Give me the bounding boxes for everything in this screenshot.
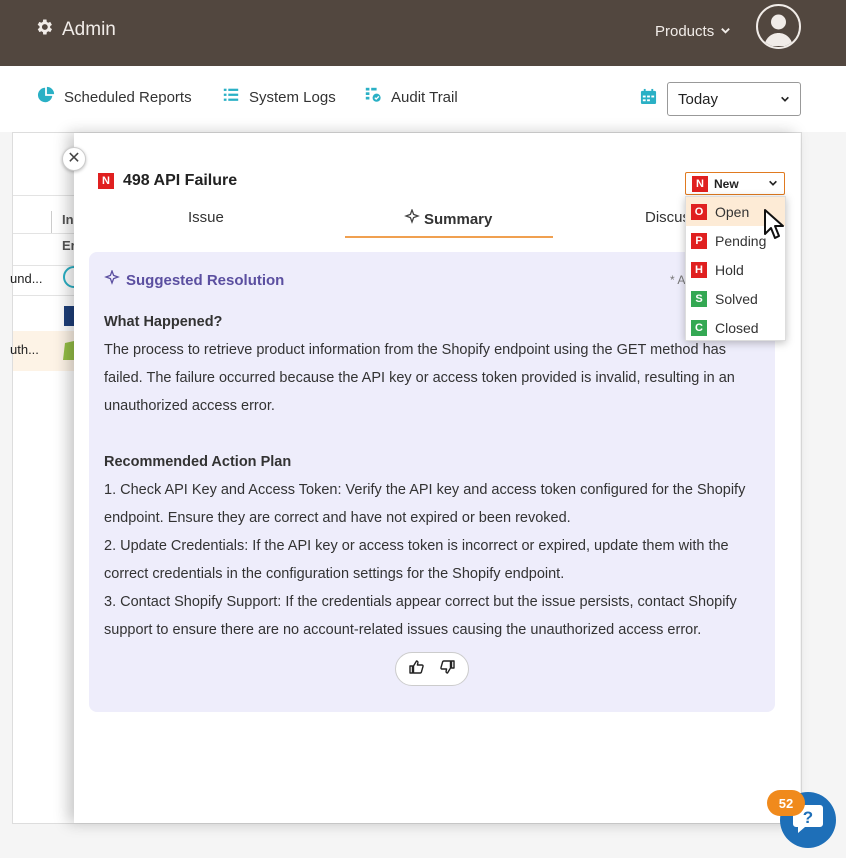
status-option-closed[interactable]: C Closed: [686, 313, 785, 342]
status-option-hold[interactable]: H Hold: [686, 255, 785, 284]
products-label: Products: [655, 23, 715, 40]
status-badge: N: [692, 175, 708, 192]
products-menu[interactable]: Products: [655, 23, 731, 40]
tab-summary[interactable]: Summary: [404, 208, 493, 229]
chevron-down-icon: [780, 91, 790, 108]
status-option-label: Solved: [715, 290, 758, 307]
tab-discussion[interactable]: Discus: [645, 209, 690, 226]
chevron-down-icon: [720, 23, 731, 40]
status-option-label: Closed: [715, 319, 759, 336]
table-header-col: In: [62, 212, 74, 227]
top-navigation-bar: Admin Products: [0, 0, 846, 66]
status-badge: N: [98, 173, 114, 189]
list-icon: [222, 86, 240, 108]
sparkle-icon: [104, 269, 120, 290]
status-select[interactable]: N New: [685, 172, 785, 195]
system-logs-link[interactable]: System Logs: [222, 86, 336, 108]
tab-issue[interactable]: Issue: [188, 209, 224, 226]
action-step: 1. Check API Key and Access Token: Verif…: [104, 482, 746, 526]
action-step: 3. Contact Shopify Support: If the crede…: [104, 594, 737, 638]
pie-chart-icon: [37, 86, 55, 108]
sparkle-icon: [404, 208, 420, 229]
chevron-down-icon: [768, 177, 778, 191]
ticket-title-text: 498 API Failure: [123, 172, 238, 189]
calendar-icon: [640, 88, 657, 110]
what-happened-text: The process to retrieve product informat…: [104, 342, 735, 414]
suggested-resolution-title: Suggested Resolution: [104, 269, 285, 290]
status-badge: H: [691, 261, 707, 278]
scheduled-reports-link[interactable]: Scheduled Reports: [37, 86, 192, 108]
svg-text:?: ?: [803, 808, 813, 827]
app-icon: [64, 306, 74, 331]
audit-trail-label: Audit Trail: [391, 88, 458, 106]
tab-label: Discus: [645, 209, 691, 226]
resolution-body: What Happened? The process to retrieve p…: [104, 308, 764, 644]
date-filter-select[interactable]: Today: [667, 82, 801, 116]
gear-icon: [34, 17, 54, 43]
user-avatar[interactable]: [756, 4, 801, 49]
action-step: 2. Update Credentials: If the API key or…: [104, 538, 729, 582]
brand-label: Admin: [62, 19, 116, 40]
close-icon: ✕: [67, 150, 81, 167]
action-plan-heading: Recommended Action Plan: [104, 454, 292, 470]
date-filter-value: Today: [678, 90, 719, 108]
status-badge: C: [691, 319, 707, 336]
status-badge: P: [691, 232, 707, 249]
endpoint-icon: [62, 266, 85, 293]
mouse-cursor-icon: [763, 208, 785, 245]
status-option-label: Pending: [715, 232, 767, 249]
system-logs-label: System Logs: [249, 88, 336, 106]
shopify-icon: [63, 340, 74, 365]
status-option-solved[interactable]: S Solved: [686, 284, 785, 313]
feedback-buttons: [395, 652, 469, 686]
audit-icon: [364, 86, 382, 108]
thumbs-up-icon[interactable]: [408, 659, 424, 680]
status-badge: O: [691, 203, 707, 220]
table-row-text[interactable]: und...: [10, 271, 43, 286]
ai-note: * A: [670, 273, 686, 287]
what-happened-heading: What Happened?: [104, 314, 223, 330]
table-row-text[interactable]: uth...: [10, 342, 39, 357]
tab-label: Issue: [188, 209, 224, 226]
status-value: New: [714, 176, 739, 191]
tab-label: Summary: [424, 210, 493, 228]
active-tab-indicator: [345, 236, 553, 238]
suggested-resolution-label: Suggested Resolution: [126, 271, 285, 289]
user-icon: [764, 14, 793, 46]
scheduled-reports-label: Scheduled Reports: [64, 88, 192, 106]
audit-trail-link[interactable]: Audit Trail: [364, 86, 458, 108]
admin-brand[interactable]: Admin: [34, 17, 116, 43]
notification-count-badge: 52: [767, 790, 805, 816]
ticket-title: N 498 API Failure: [98, 172, 237, 190]
close-button[interactable]: ✕: [62, 147, 86, 171]
status-option-label: Open: [715, 203, 750, 220]
thumbs-down-icon[interactable]: [440, 659, 456, 680]
status-badge: S: [691, 290, 707, 307]
status-option-label: Hold: [715, 261, 744, 278]
